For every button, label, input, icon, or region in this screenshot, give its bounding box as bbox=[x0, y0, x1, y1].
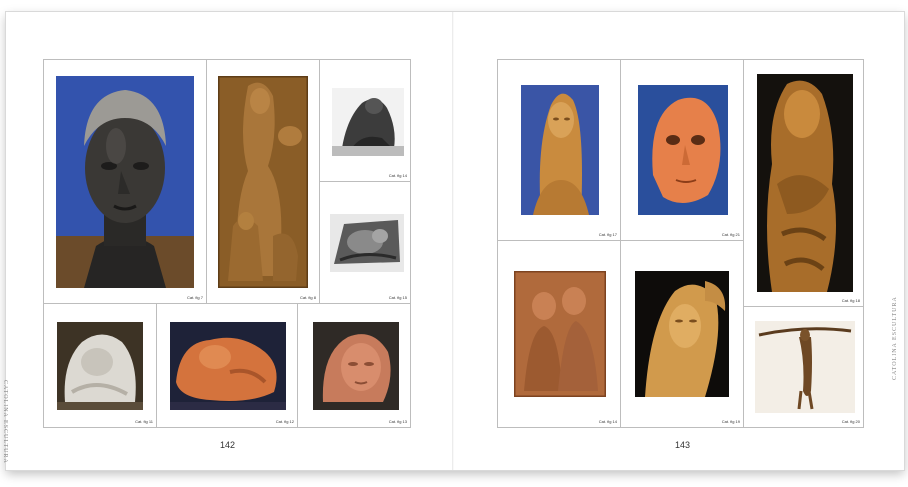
sculpture-photo-white-stone bbox=[57, 322, 143, 410]
spine-label: CATOLINA ESCULTURA bbox=[892, 296, 898, 380]
figure-cell: Cat. fig 15 bbox=[319, 181, 411, 304]
figure-cell: Cat. fig 11 bbox=[43, 303, 157, 428]
sculpture-photo-wood-tall-figure bbox=[757, 74, 853, 292]
figure-cell: Cat. fig 17 bbox=[497, 59, 621, 241]
figure-caption: Cat. fig 18 bbox=[841, 298, 860, 303]
figure-caption: Cat. fig 11 bbox=[135, 419, 153, 424]
sculpture-photo-terracotta-reclining bbox=[170, 322, 286, 410]
page-number: 143 bbox=[675, 440, 691, 450]
figure-caption: Cat. fig 21 bbox=[721, 232, 740, 237]
figure-caption: Cat. fig 7 bbox=[186, 295, 203, 300]
sculpture-photo-wood-relief bbox=[218, 76, 308, 288]
figure-cell: Cat. fig 7 bbox=[43, 59, 207, 304]
figure-cell: Cat. fig 8 bbox=[206, 59, 320, 304]
sculpture-photo-wood-face bbox=[635, 271, 729, 397]
figure-caption: Cat. fig 15 bbox=[388, 295, 407, 300]
sculpture-photo-terracotta-relief bbox=[514, 271, 606, 397]
sculpture-photo-bw-relief bbox=[330, 214, 404, 272]
figure-caption: Cat. fig 19 bbox=[721, 419, 740, 424]
book-gutter bbox=[452, 12, 454, 470]
sculpture-photo-wood-bust bbox=[521, 85, 599, 215]
figure-caption: Cat. fig 8 bbox=[299, 295, 316, 300]
sculpture-photo-terracotta-head bbox=[313, 322, 399, 410]
figure-cell: Cat. fig 14 bbox=[497, 240, 621, 428]
figure-caption: Cat. fig 20 bbox=[841, 419, 860, 424]
figure-caption: Cat. fig 14 bbox=[388, 173, 407, 178]
figure-cell: Cat. fig 21 bbox=[620, 59, 744, 241]
sculpture-photo-bw-seated-figure bbox=[332, 88, 404, 156]
page-number: 142 bbox=[220, 440, 236, 450]
figure-cell: Cat. fig 19 bbox=[620, 240, 744, 428]
figure-caption: Cat. fig 14 bbox=[598, 419, 617, 424]
spine-label: CATOLINA ESCULTURA bbox=[2, 380, 8, 464]
figure-cell: Cat. fig 18 bbox=[743, 59, 864, 307]
sculpture-photo-terracotta-mask bbox=[638, 85, 728, 215]
sculpture-photo-bronze-head bbox=[56, 76, 194, 288]
figure-cell: Cat. fig 12 bbox=[156, 303, 298, 428]
figure-cell: Cat. fig 20 bbox=[743, 306, 864, 428]
figure-caption: Cat. fig 17 bbox=[598, 232, 617, 237]
figure-caption: Cat. fig 12 bbox=[275, 419, 294, 424]
figure-caption: Cat. fig 13 bbox=[388, 419, 407, 424]
figure-cell: Cat. fig 13 bbox=[297, 303, 411, 428]
figure-cell: Cat. fig 14 bbox=[319, 59, 411, 182]
sculpture-photo-crucifix bbox=[755, 321, 855, 413]
